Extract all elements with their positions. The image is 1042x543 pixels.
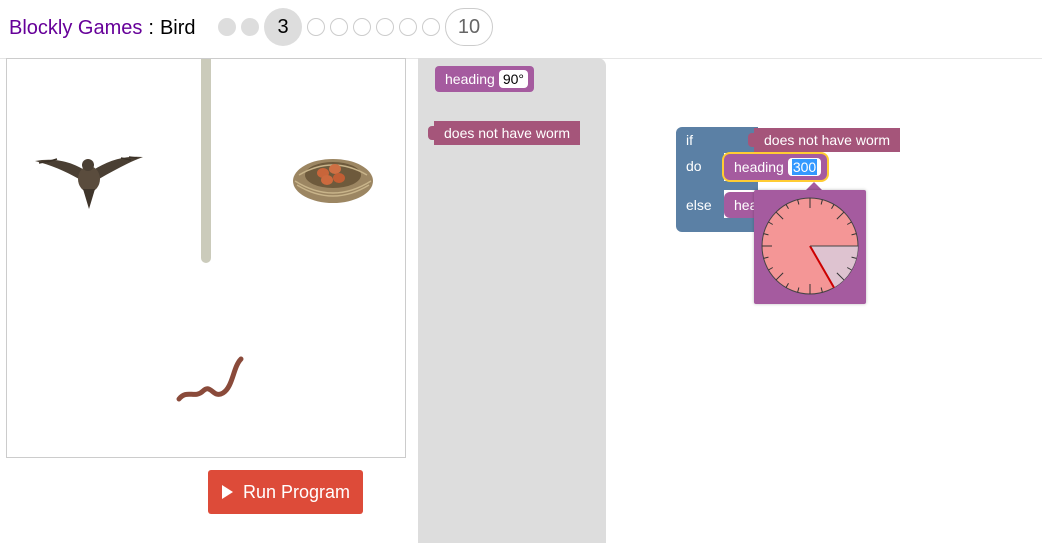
heading-angle-field[interactable]: 90° (498, 70, 528, 88)
else-label: else (686, 197, 712, 213)
worm-sprite (176, 356, 244, 402)
app-name-link[interactable]: Blockly Games (9, 17, 142, 39)
level-6-dot[interactable] (353, 18, 371, 36)
run-program-label: Run Program (243, 482, 351, 502)
page-title: Blockly Games: Bird (9, 16, 196, 40)
title-separator: : (148, 17, 154, 39)
level-1-dot[interactable] (218, 18, 236, 36)
angle-picker-arrow (806, 182, 822, 190)
level-8-dot[interactable] (399, 18, 417, 36)
game-canvas (6, 58, 406, 458)
wall (201, 59, 211, 263)
heading-block-label: heading (445, 71, 495, 87)
heading-angle-value: 300 (791, 159, 818, 175)
level-5-dot[interactable] (330, 18, 348, 36)
header: Blockly Games: Bird 3 10 (0, 0, 1042, 58)
play-icon (222, 485, 233, 499)
worm-block-label: does not have worm (444, 125, 571, 141)
condition-does-not-have-worm-block[interactable]: does not have worm (747, 128, 901, 152)
level-2-dot[interactable] (241, 18, 259, 36)
condition-label: does not have worm (764, 132, 891, 148)
level-4-dot[interactable] (307, 18, 325, 36)
nest-sprite (293, 159, 373, 203)
if-label: if (686, 132, 693, 148)
game-name: Bird (159, 17, 196, 39)
heading-angle-input[interactable]: 300 (787, 158, 822, 176)
do-heading-label: heading (734, 159, 784, 175)
level-7-dot[interactable] (376, 18, 394, 36)
level-9-dot[interactable] (422, 18, 440, 36)
level-3-current[interactable]: 3 (264, 8, 302, 46)
bird-sprite (35, 156, 143, 209)
do-heading-block-selected[interactable]: heading 300 (724, 154, 828, 180)
level-10-button[interactable]: 10 (445, 8, 493, 46)
do-label: do (686, 158, 702, 174)
run-program-button[interactable]: Run Program (208, 470, 363, 514)
angle-picker-dropdown (754, 190, 866, 304)
toolbox-heading-block[interactable]: heading 90° (435, 66, 534, 92)
toolbox-does-not-have-worm-block[interactable]: does not have worm (427, 121, 581, 145)
angle-dial[interactable] (754, 190, 866, 304)
